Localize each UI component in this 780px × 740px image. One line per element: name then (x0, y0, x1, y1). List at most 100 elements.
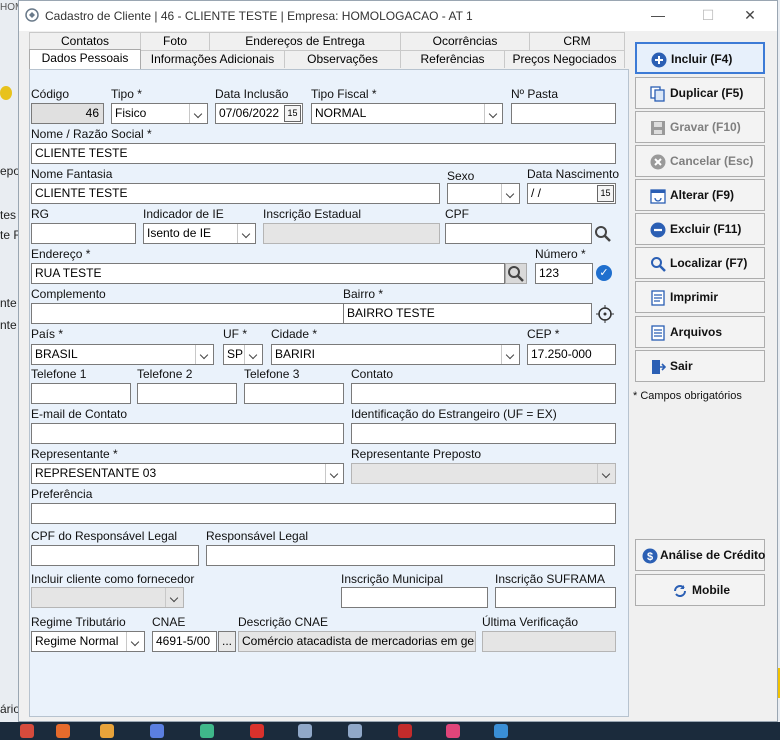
tab-observacoes[interactable]: Observações (284, 50, 401, 68)
taskbar-app-icon[interactable] (494, 724, 508, 738)
numero-field[interactable]: 123 (535, 263, 593, 284)
chevron-down-icon[interactable] (195, 345, 213, 364)
taskbar-app-icon[interactable] (100, 724, 114, 738)
taskbar-app-icon[interactable] (348, 724, 362, 738)
chevron-down-icon[interactable] (501, 345, 519, 364)
rg-field[interactable] (31, 223, 136, 244)
chevron-down-icon[interactable] (126, 632, 144, 651)
resp-legal-field[interactable] (206, 545, 615, 566)
cnae-field[interactable]: 4691-5/00 (152, 631, 217, 652)
taskbar-app-icon[interactable] (298, 724, 312, 738)
duplicar-button[interactable]: Duplicar (F5) (635, 77, 765, 109)
tab-ocorrencias[interactable]: Ocorrências (400, 32, 530, 50)
inscricao-suframa-field[interactable] (495, 587, 616, 608)
indicador-ie-select[interactable]: Isento de IE (143, 223, 256, 244)
chevron-down-icon[interactable] (237, 224, 255, 243)
analise-credito-button[interactable]: $ Análise de Crédito (635, 539, 765, 571)
bairro-locate-button[interactable] (595, 304, 615, 324)
tab-contatos[interactable]: Contatos (29, 32, 141, 50)
cpf-search-button[interactable] (592, 223, 614, 244)
complemento-field[interactable] (31, 303, 344, 324)
chevron-down-icon[interactable] (501, 184, 519, 203)
alterar-button[interactable]: Alterar (F9) (635, 179, 765, 211)
cancelar-button[interactable]: Cancelar (Esc) (635, 145, 765, 177)
chevron-down-icon[interactable] (189, 104, 207, 123)
chevron-down-icon[interactable] (325, 464, 343, 483)
n-pasta-label: Nº Pasta (511, 87, 559, 101)
imprimir-button[interactable]: Imprimir (635, 281, 765, 313)
tipo-fiscal-select[interactable]: NORMAL (311, 103, 503, 124)
tab-referencias[interactable]: Referências (400, 50, 505, 68)
localizar-button[interactable]: Localizar (F7) (635, 247, 765, 279)
arquivos-button[interactable]: Arquivos (635, 316, 765, 348)
chevron-down-icon[interactable] (244, 345, 262, 364)
taskbar-app-icon[interactable] (200, 724, 214, 738)
bairro-label: Bairro * (343, 287, 384, 301)
calendar-icon[interactable]: 15 (597, 185, 614, 202)
endereco-search-button[interactable] (505, 263, 527, 284)
cnae-lookup-button[interactable]: ... (218, 631, 236, 652)
chevron-down-icon[interactable] (484, 104, 502, 123)
uf-select[interactable]: SP (223, 344, 263, 365)
pais-select[interactable]: BRASIL (31, 344, 214, 365)
check-icon[interactable]: ✓ (596, 265, 612, 281)
tab-informacoes-adicionais[interactable]: Informações Adicionais (140, 50, 285, 68)
id-estrangeiro-field[interactable] (351, 423, 616, 444)
mobile-button[interactable]: Mobile (635, 574, 765, 606)
telefone2-label: Telefone 2 (137, 367, 193, 381)
taskbar-app-icon[interactable] (56, 724, 70, 738)
telefone1-field[interactable] (31, 383, 131, 404)
sexo-label: Sexo (447, 169, 475, 183)
search-icon (651, 257, 666, 272)
search-icon (595, 226, 611, 242)
taskbar-app-icon[interactable] (150, 724, 164, 738)
representante-select[interactable]: REPRESENTANTE 03 (31, 463, 344, 484)
n-pasta-field[interactable] (511, 103, 616, 124)
cep-label: CEP * (527, 327, 560, 341)
bairro-field[interactable]: BAIRRO TESTE (343, 303, 592, 324)
nome-razao-field[interactable]: CLIENTE TESTE (31, 143, 616, 164)
cnae-label: CNAE (152, 615, 186, 629)
taskbar-app-icon[interactable] (20, 724, 34, 738)
tab-dados-pessoais[interactable]: Dados Pessoais (29, 49, 141, 69)
minimize-button[interactable]: — (647, 6, 669, 24)
inscricao-municipal-field[interactable] (341, 587, 488, 608)
tab-precos-negociados[interactable]: Preços Negociados (504, 50, 625, 68)
gravar-label: Gravar (F10) (670, 120, 741, 134)
data-nascimento-label: Data Nascimento (527, 167, 620, 181)
title-bar: Cadastro de Cliente | 46 - CLIENTE TESTE… (19, 1, 777, 31)
contato-field[interactable] (351, 383, 616, 404)
cpf-field[interactable] (445, 223, 592, 244)
nome-fantasia-field[interactable]: CLIENTE TESTE (31, 183, 440, 204)
tab-foto[interactable]: Foto (140, 32, 210, 50)
resp-legal-label: Responsável Legal (206, 529, 309, 543)
taskbar-app-icon[interactable] (398, 724, 412, 738)
taskbar-app-icon[interactable] (250, 724, 264, 738)
maximize-button[interactable]: ☐ (697, 6, 719, 24)
data-nascimento-field[interactable]: / / 15 (527, 183, 616, 204)
calendar-icon[interactable]: 15 (284, 105, 301, 122)
cep-field[interactable]: 17.250-000 (527, 344, 616, 365)
telefone3-field[interactable] (244, 383, 344, 404)
data-inclusao-field[interactable]: 07/06/2022 15 (215, 103, 303, 124)
email-field[interactable] (31, 423, 344, 444)
exit-icon (652, 360, 666, 374)
sexo-select[interactable] (447, 183, 520, 204)
gravar-button[interactable]: Gravar (F10) (635, 111, 765, 143)
cpf-resp-field[interactable] (31, 545, 199, 566)
endereco-field[interactable]: RUA TESTE (31, 263, 505, 284)
telefone2-field[interactable] (137, 383, 237, 404)
tab-crm[interactable]: CRM (529, 32, 625, 50)
localizar-label: Localizar (F7) (670, 256, 748, 270)
incluir-button[interactable]: Incluir (F4) (635, 42, 765, 74)
sair-button[interactable]: Sair (635, 350, 765, 382)
taskbar-app-icon[interactable] (446, 724, 460, 738)
cidade-select[interactable]: BARIRI (271, 344, 520, 365)
excluir-button[interactable]: Excluir (F11) (635, 213, 765, 245)
inscricao-municipal-label: Inscrição Municipal (341, 572, 444, 586)
close-button[interactable]: ✕ (739, 6, 761, 24)
regime-select[interactable]: Regime Normal (31, 631, 145, 652)
tipo-select[interactable]: Fisico (111, 103, 208, 124)
preferencia-field[interactable] (31, 503, 616, 524)
tab-enderecos-entrega[interactable]: Endereços de Entrega (209, 32, 401, 50)
